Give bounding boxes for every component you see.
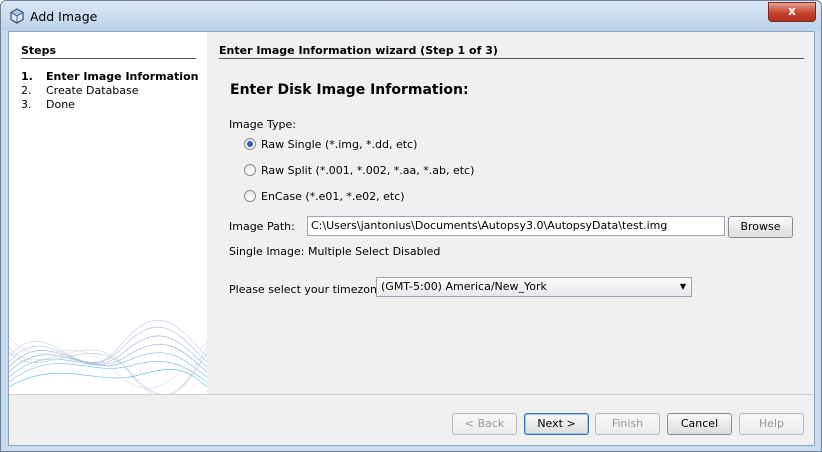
- timezone-selected-value: (GMT-5:00) America/New_York: [381, 280, 547, 293]
- single-image-note: Single Image: Multiple Select Disabled: [229, 245, 441, 258]
- close-button[interactable]: x: [768, 2, 816, 22]
- radio-label: Raw Single (*.img, *.dd, etc): [261, 138, 418, 151]
- radio-raw-single[interactable]: Raw Single (*.img, *.dd, etc): [244, 138, 417, 151]
- step-label: Done: [46, 98, 75, 111]
- step-item-create-database: 2. Create Database: [21, 84, 139, 97]
- timezone-select[interactable]: (GMT-5:00) America/New_York ▼: [376, 277, 692, 297]
- step-item-enter-image-information: 1. Enter Image Information: [21, 70, 198, 83]
- window-title: Add Image: [30, 9, 98, 24]
- wizard-divider: [219, 58, 804, 59]
- cancel-button[interactable]: Cancel: [667, 413, 732, 435]
- steps-divider: [21, 58, 196, 59]
- wizard-title: Enter Image Information wizard (Step 1 o…: [219, 44, 498, 57]
- radio-unchecked-icon[interactable]: [244, 164, 256, 176]
- image-path-input[interactable]: C:\Users\jantonius\Documents\Autopsy3.0\…: [307, 216, 725, 236]
- next-button[interactable]: Next >: [524, 413, 589, 435]
- radio-checked-icon[interactable]: [244, 138, 256, 150]
- radio-label: Raw Split (*.001, *.002, *.aa, *.ab, etc…: [261, 164, 475, 177]
- close-icon: x: [788, 4, 796, 18]
- app-icon: [10, 8, 24, 24]
- dropdown-arrow-icon[interactable]: ▼: [680, 278, 686, 296]
- steps-heading: Steps: [21, 44, 57, 57]
- image-path-label: Image Path:: [229, 220, 295, 233]
- back-button[interactable]: < Back: [452, 413, 517, 435]
- wizard-main-panel: Enter Image Information wizard (Step 1 o…: [207, 32, 814, 394]
- radio-raw-split[interactable]: Raw Split (*.001, *.002, *.aa, *.ab, etc…: [244, 164, 474, 177]
- image-type-label: Image Type:: [229, 118, 296, 131]
- add-image-window: Add Image x Steps 1. Enter Image Informat…: [0, 0, 822, 452]
- radio-encase[interactable]: EnCase (*.e01, *.e02, etc): [244, 190, 405, 203]
- decorative-waves-image: [9, 320, 207, 394]
- browse-button[interactable]: Browse: [728, 216, 793, 238]
- step-label: Enter Image Information: [46, 70, 199, 83]
- step-item-done: 3. Done: [21, 98, 75, 111]
- finish-button[interactable]: Finish: [595, 413, 660, 435]
- help-button[interactable]: Help: [739, 413, 804, 435]
- step-number: 2.: [21, 84, 32, 97]
- footer-divider: [9, 394, 814, 395]
- step-number: 1.: [21, 70, 33, 83]
- steps-panel: Steps 1. Enter Image Information 2. Create…: [9, 32, 207, 394]
- wizard-client-area: Steps 1. Enter Image Information 2. Create…: [8, 31, 815, 446]
- radio-label: EnCase (*.e01, *.e02, etc): [261, 190, 405, 203]
- step-number: 3.: [21, 98, 32, 111]
- radio-unchecked-icon[interactable]: [244, 190, 256, 202]
- timezone-label: Please select your timezone:: [229, 283, 388, 296]
- section-title: Enter Disk Image Information:: [230, 82, 469, 98]
- step-label: Create Database: [46, 84, 139, 97]
- title-bar[interactable]: Add Image x: [1, 1, 821, 31]
